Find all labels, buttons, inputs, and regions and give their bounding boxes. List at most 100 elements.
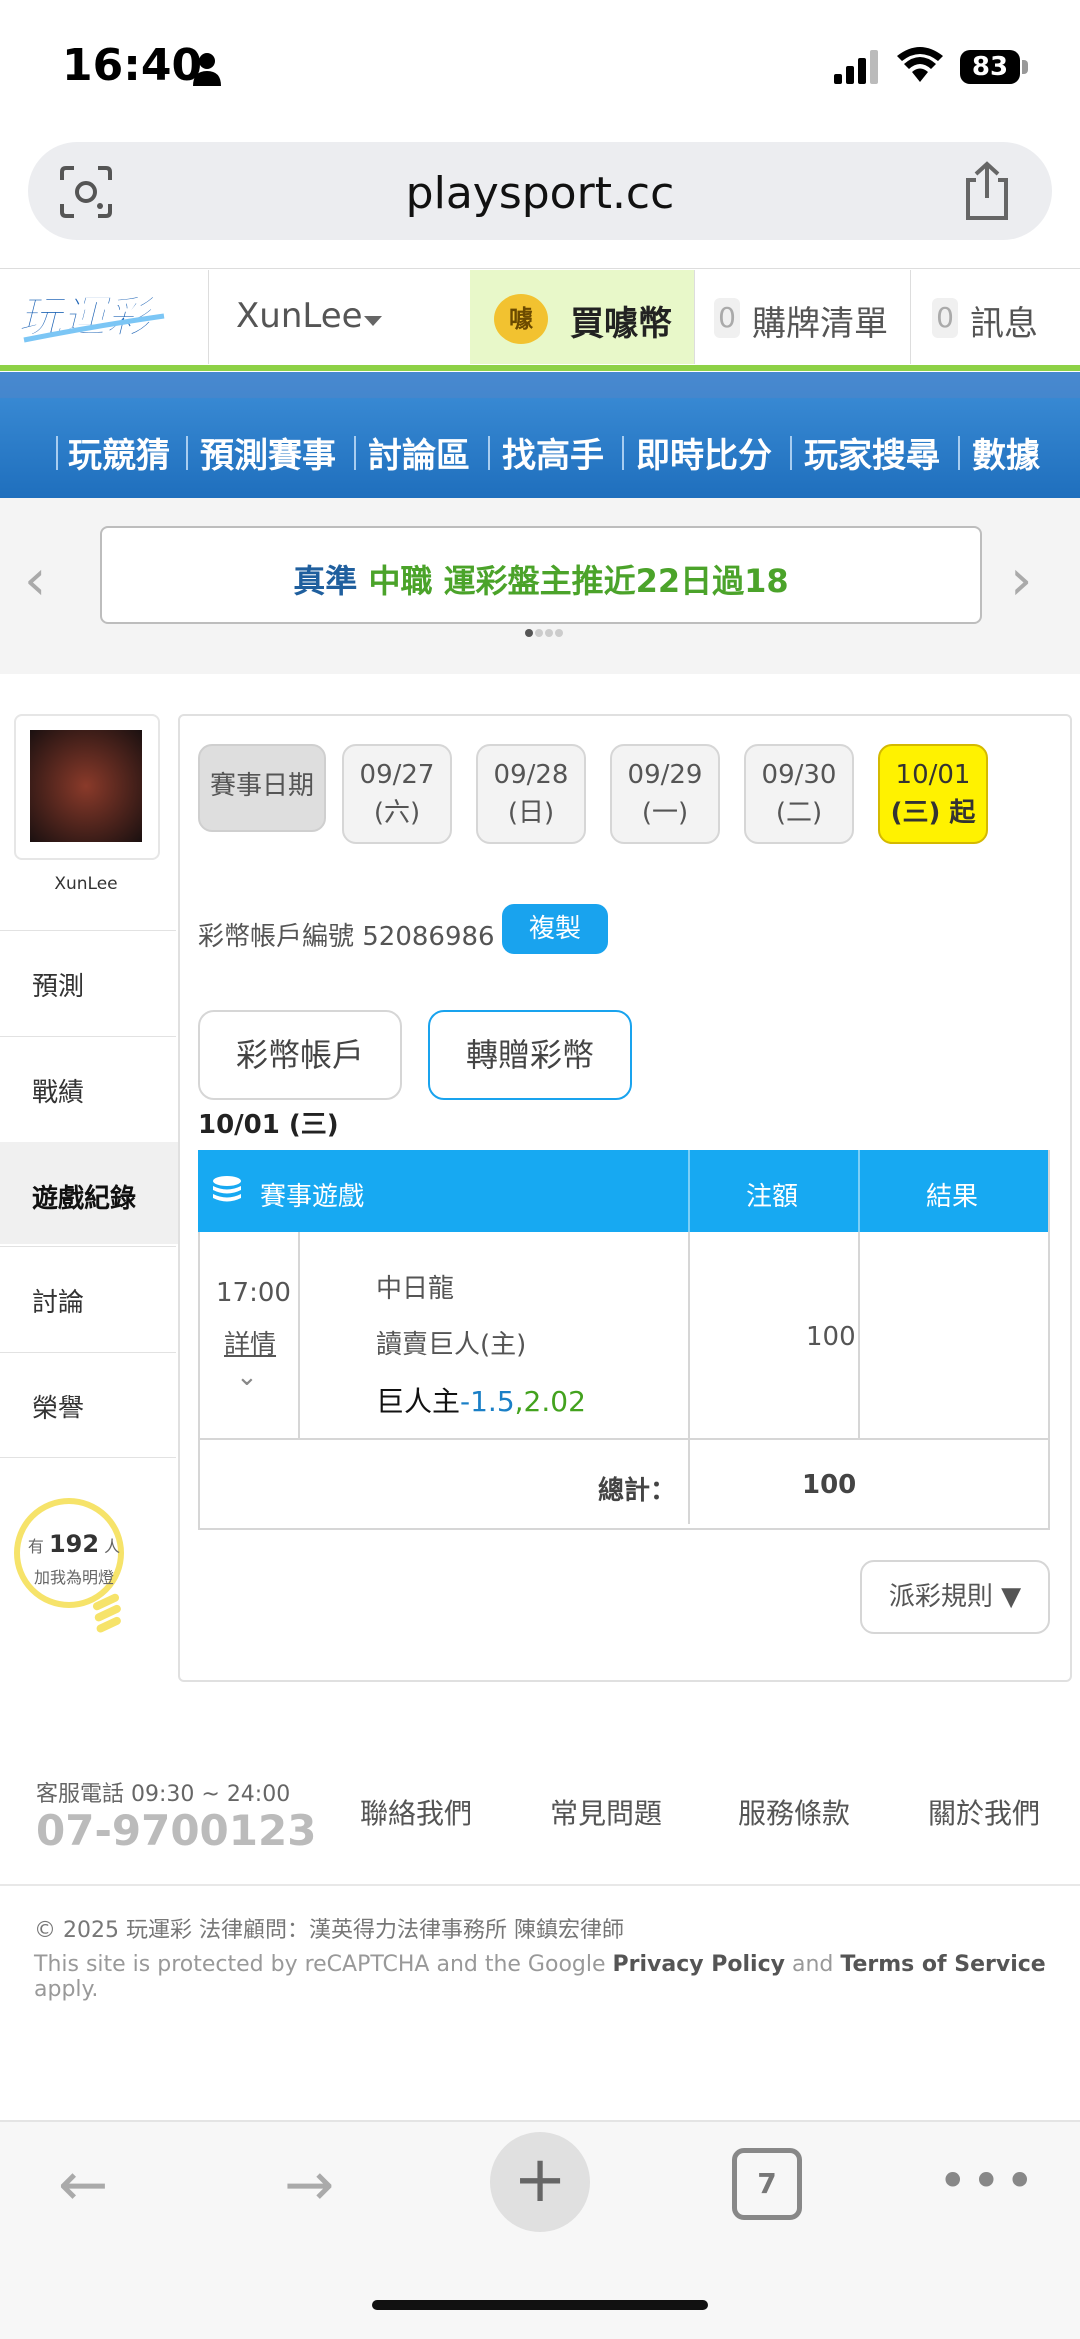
recaptcha-and: and <box>784 1952 841 1977</box>
nav-separator <box>790 436 792 470</box>
date-button[interactable]: 09/29 (一) <box>610 744 720 844</box>
pick-line: -1.5 <box>460 1385 515 1418</box>
sidebar-item-label: 預測 <box>32 972 85 1002</box>
bulb-label: 加我為明燈 <box>33 1568 114 1587</box>
date-button[interactable]: 09/28 (日) <box>476 744 586 844</box>
header-divider <box>694 270 695 364</box>
date-button-active[interactable]: 10/01 (三) 起 <box>878 744 988 844</box>
bulb-prefix: 有 <box>27 1537 44 1556</box>
header-divider <box>208 270 209 364</box>
day-text: (六) <box>373 798 421 828</box>
footer-link-faq[interactable]: 常見問題 <box>550 1792 662 1832</box>
payout-rules-button[interactable]: 派彩規則 ▼ <box>860 1560 1050 1634</box>
nav-item-data[interactable]: 數據 <box>972 428 1040 477</box>
wifi-icon <box>897 47 943 82</box>
sidebar-username: XunLee <box>54 874 118 894</box>
back-arrow-icon[interactable]: ← <box>58 2150 108 2220</box>
home-team: 讀賣巨人(主) <box>376 1330 527 1360</box>
day-text: (一) <box>641 798 689 828</box>
more-icon[interactable]: ••• <box>938 2152 1038 2210</box>
date-button[interactable]: 09/30 (二) <box>744 744 854 844</box>
forward-arrow-icon[interactable]: → <box>284 2150 334 2220</box>
home-indicator <box>372 2300 708 2310</box>
date-text: 09/28 <box>493 760 569 790</box>
sidebar-item-honor[interactable] <box>0 1352 176 1458</box>
date-text: 09/27 <box>359 760 435 790</box>
nav-item-player-search[interactable]: 玩家搜尋 <box>804 428 940 477</box>
cart-count-badge: 0 <box>714 298 740 338</box>
tab-coin-account[interactable]: 彩幣帳戶 <box>198 1010 402 1100</box>
privacy-policy-link[interactable]: Privacy Policy <box>613 1952 785 1977</box>
detail-link[interactable]: 詳情 <box>224 1324 276 1361</box>
nav-item-predict[interactable]: 預測賽事 <box>200 428 336 477</box>
chevron-down-icon[interactable]: ⌄ <box>236 1362 258 1392</box>
nav-top-strip <box>0 372 1080 398</box>
copyright-text: © 2025 玩運彩 法律顧問：漢英得力法律事務所 陳鎮宏律師 <box>34 1918 624 1943</box>
chevron-right-icon[interactable]: › <box>1010 548 1032 613</box>
battery-tip <box>1022 60 1028 74</box>
cell-divider <box>298 1232 300 1440</box>
customer-service-label: 客服電話 09:30 ~ 24:00 <box>36 1782 291 1807</box>
header-result: 結果 <box>926 1182 979 1212</box>
promo-part1: 真準 <box>293 562 358 600</box>
footer-link-about[interactable]: 關於我們 <box>928 1792 1040 1832</box>
nav-separator <box>958 436 960 470</box>
bet-pick: 巨人主-1.5,2.02 <box>376 1380 586 1420</box>
nav-item-guess[interactable]: 玩競猜 <box>68 428 170 477</box>
day-text: (二) <box>775 798 823 828</box>
date-text: 09/29 <box>627 760 703 790</box>
footer-divider <box>0 1884 1080 1886</box>
date-text: 09/30 <box>761 760 837 790</box>
selected-date: 10/01 (三) <box>198 1110 339 1140</box>
tab-count-button[interactable]: 7 <box>732 2148 802 2220</box>
nav-separator <box>488 436 490 470</box>
customer-service-phone[interactable]: 07-9700123 <box>36 1806 316 1855</box>
signal-icon <box>834 50 878 84</box>
day-text: (三) 起 <box>890 798 976 828</box>
chevron-left-icon[interactable]: ‹ <box>24 548 46 613</box>
header-divider <box>858 1150 860 1232</box>
header-divider <box>688 1150 690 1232</box>
game-time: 17:00 <box>216 1278 291 1308</box>
buy-coins-label[interactable]: 買噱幣 <box>570 296 672 345</box>
user-dropdown[interactable]: XunLee <box>236 296 363 336</box>
footer-link-contact[interactable]: 聯絡我們 <box>360 1792 472 1832</box>
share-icon[interactable] <box>958 160 1016 222</box>
new-tab-button[interactable]: + <box>490 2132 590 2232</box>
sidebar-item-discuss[interactable] <box>0 1246 176 1351</box>
battery-icon: 83 <box>960 50 1020 84</box>
carousel-dots <box>525 629 563 637</box>
promo-part2: 中職 <box>368 562 433 600</box>
url-text[interactable]: playsport.cc <box>0 168 1080 219</box>
nav-item-live-scores[interactable]: 即時比分 <box>636 428 772 477</box>
total-label: 總計： <box>598 1476 677 1506</box>
tab-gift-coins[interactable]: 轉贈彩幣 <box>428 1010 632 1100</box>
bulb-icon <box>92 1593 121 1633</box>
header-divider <box>910 270 911 364</box>
nav-item-experts[interactable]: 找高手 <box>502 428 604 477</box>
bulb-count-text: 有 192 人 <box>26 1530 122 1558</box>
nav-separator <box>186 436 188 470</box>
sidebar-item-predict[interactable] <box>0 930 176 1035</box>
header-stake: 注額 <box>746 1182 799 1212</box>
site-logo[interactable]: 玩運彩 <box>14 286 174 348</box>
terms-of-service-link[interactable]: Terms of Service <box>840 1952 1045 1977</box>
messages-link[interactable]: 訊息 <box>970 296 1038 345</box>
recaptcha-pre: This site is protected by reCAPTCHA and … <box>34 1952 613 1977</box>
nav-separator <box>56 436 58 470</box>
recaptcha-apply: apply. <box>34 1977 99 2002</box>
cart-link[interactable]: 購牌清單 <box>752 296 888 345</box>
day-text: (日) <box>507 798 555 828</box>
sidebar-item-record[interactable] <box>0 1036 176 1141</box>
sidebar-item-label: 討論 <box>32 1288 85 1318</box>
date-button[interactable]: 09/27 (六) <box>342 744 452 844</box>
copy-button[interactable]: 複製 <box>502 904 608 954</box>
nav-item-forum[interactable]: 討論區 <box>368 428 470 477</box>
footer-link-terms[interactable]: 服務條款 <box>738 1792 850 1832</box>
promo-text[interactable]: 真準 中職 運彩盤主推近22日過18 <box>100 556 982 602</box>
chevron-down-icon[interactable] <box>364 316 382 326</box>
account-number: 彩幣帳戶編號 52086986 <box>198 922 495 952</box>
avatar[interactable] <box>30 730 142 842</box>
promo-part3: 運彩盤主推近22日過18 <box>443 562 789 600</box>
recaptcha-notice: This site is protected by reCAPTCHA and … <box>34 1952 1080 2002</box>
